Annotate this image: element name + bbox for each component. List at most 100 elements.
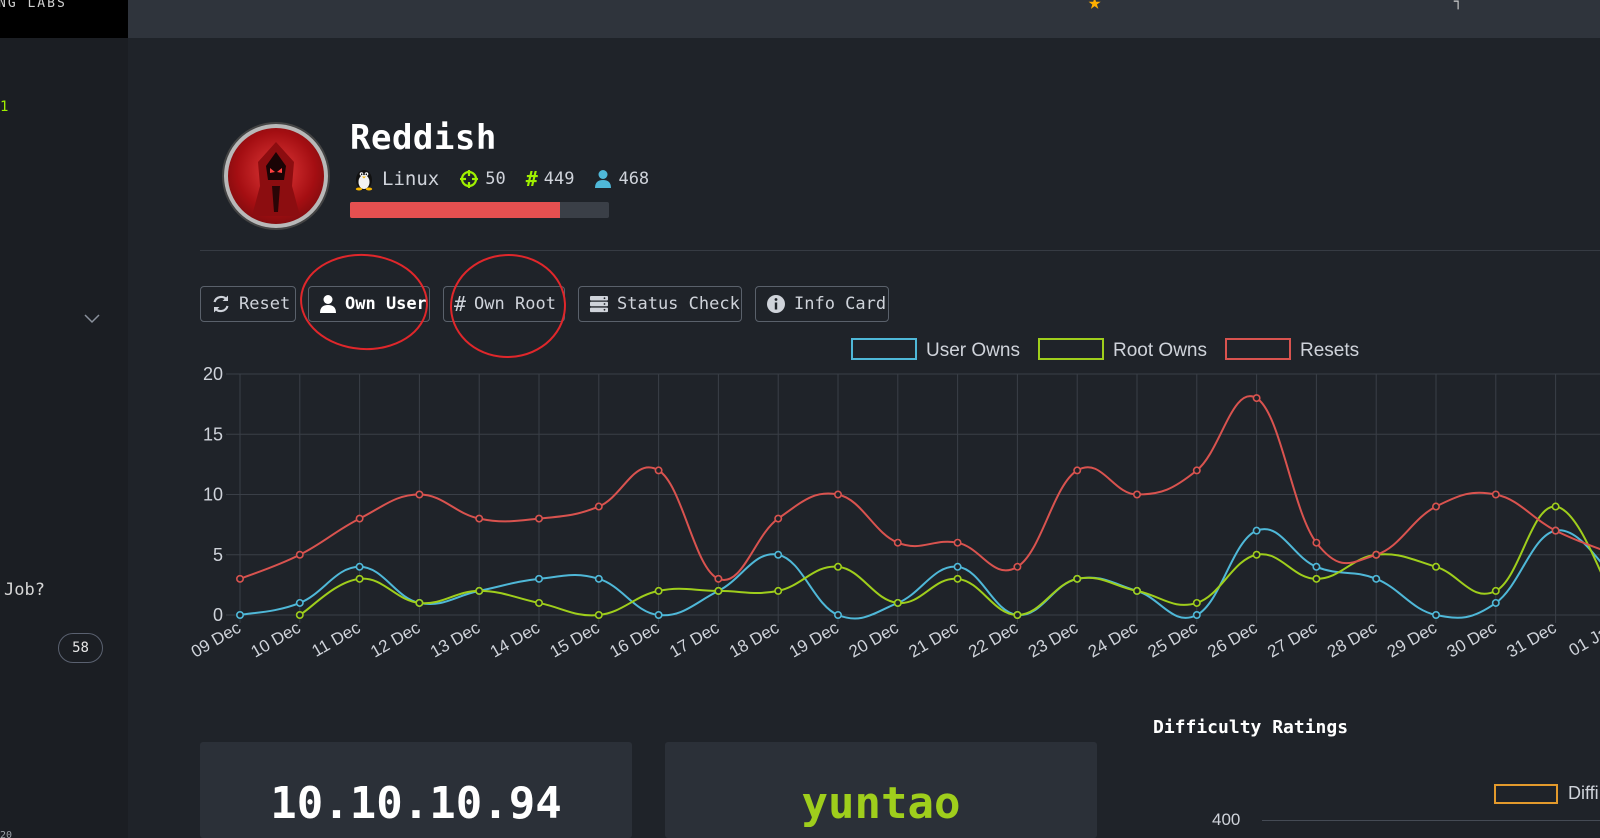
data-point bbox=[833, 562, 842, 571]
y-tick-label: 0 bbox=[213, 605, 223, 625]
data-point bbox=[236, 574, 245, 583]
own-user-button[interactable]: Own User bbox=[308, 286, 430, 322]
data-point bbox=[1192, 598, 1201, 607]
own-user-button-label: Own User bbox=[345, 294, 427, 314]
own-root-button-label: Own Root bbox=[474, 294, 556, 314]
data-point bbox=[355, 514, 364, 523]
data-point bbox=[295, 610, 304, 619]
hash-icon: # bbox=[454, 292, 467, 316]
chevron-down-icon[interactable] bbox=[84, 314, 100, 324]
x-tick-label: 28 Dec bbox=[1324, 618, 1381, 662]
series-line bbox=[299, 505, 1600, 617]
data-point bbox=[236, 610, 245, 619]
data-point bbox=[1312, 574, 1321, 583]
data-point bbox=[1013, 562, 1022, 571]
status-check-button[interactable]: Status Check bbox=[578, 286, 742, 322]
x-tick-label: 24 Dec bbox=[1085, 618, 1142, 662]
data-point bbox=[594, 574, 603, 583]
data-point bbox=[953, 562, 962, 571]
user-icon bbox=[595, 170, 612, 188]
machine-title: Reddish bbox=[350, 118, 497, 158]
x-tick-label: 16 Dec bbox=[606, 618, 663, 662]
data-point bbox=[1252, 394, 1261, 403]
data-point bbox=[534, 574, 543, 583]
x-tick-label: 21 Dec bbox=[905, 618, 962, 662]
machine-os: Linux bbox=[382, 168, 440, 190]
sidebar-counter: 1 bbox=[0, 99, 9, 115]
data-point bbox=[534, 598, 543, 607]
y-tick-label: 5 bbox=[213, 545, 223, 565]
x-tick-label: 27 Dec bbox=[1264, 618, 1321, 662]
x-tick-label: 11 Dec bbox=[309, 618, 364, 661]
header-divider bbox=[200, 250, 1600, 251]
legend-swatch bbox=[1225, 338, 1291, 360]
chart-grid: 0 5 10 15 20 09 Dec 10 Dec 11 Dec 12 Dec 13 Dec 14… bbox=[188, 364, 1600, 661]
machine-rating-fill bbox=[350, 202, 560, 218]
x-tick-label: 14 Dec bbox=[487, 618, 544, 662]
data-point bbox=[1372, 550, 1381, 559]
data-point bbox=[415, 490, 424, 499]
own-root-button[interactable]: # Own Root bbox=[443, 286, 565, 322]
machine-avatar bbox=[224, 124, 328, 228]
data-point bbox=[833, 490, 842, 499]
x-tick-label: 10 Dec bbox=[248, 618, 305, 662]
data-point bbox=[1252, 526, 1261, 535]
sidebar-job-label[interactable]: Job? bbox=[4, 580, 45, 600]
data-point bbox=[654, 466, 663, 475]
x-tick-label: 18 Dec bbox=[726, 618, 783, 662]
x-tick-label: 30 Dec bbox=[1444, 618, 1501, 662]
x-tick-label: 09 Dec bbox=[188, 618, 245, 662]
data-point bbox=[1073, 466, 1082, 475]
top-bar-mark-icon: ┐ bbox=[1454, 0, 1463, 10]
data-point bbox=[893, 538, 902, 547]
legend-swatch bbox=[851, 338, 917, 360]
data-point bbox=[1372, 574, 1381, 583]
data-point bbox=[1133, 586, 1142, 595]
x-tick-label: 13 Dec bbox=[427, 618, 484, 662]
data-point bbox=[1073, 574, 1082, 583]
info-card-button[interactable]: Info Card bbox=[755, 286, 889, 322]
star-icon[interactable]: ★ bbox=[1088, 0, 1101, 15]
machine-user-owns: 468 bbox=[618, 169, 650, 189]
machine-ip[interactable]: 10.10.10.94 bbox=[200, 778, 632, 829]
data-point bbox=[1432, 502, 1441, 511]
reset-button[interactable]: Reset bbox=[200, 286, 296, 322]
data-point bbox=[295, 550, 304, 559]
x-tick-label: 17 Dec bbox=[666, 618, 723, 662]
sidebar-bottom-text: 20 bbox=[0, 830, 13, 838]
data-point bbox=[1491, 598, 1500, 607]
data-point bbox=[1192, 466, 1201, 475]
data-point bbox=[1133, 490, 1142, 499]
data-point bbox=[1491, 490, 1500, 499]
difficulty-legend-swatch[interactable] bbox=[1494, 784, 1558, 804]
data-point bbox=[654, 586, 663, 595]
data-point bbox=[415, 598, 424, 607]
data-point bbox=[295, 598, 304, 607]
x-tick-label: 12 Dec bbox=[367, 618, 424, 662]
brand-logo-text[interactable]: NG LABS bbox=[0, 0, 128, 38]
data-point bbox=[1551, 526, 1560, 535]
x-tick-label: 22 Dec bbox=[965, 618, 1022, 662]
hash-icon: # bbox=[525, 167, 538, 191]
refresh-icon bbox=[213, 295, 229, 313]
machine-maker[interactable]: yuntao bbox=[665, 778, 1097, 829]
series-line bbox=[239, 528, 1600, 620]
data-point bbox=[594, 502, 603, 511]
data-point bbox=[1133, 586, 1142, 595]
y-tick-label: 10 bbox=[203, 485, 223, 505]
data-point bbox=[714, 574, 723, 583]
data-point bbox=[893, 598, 902, 607]
data-point bbox=[1252, 550, 1261, 559]
data-point bbox=[654, 610, 663, 619]
data-point bbox=[1372, 550, 1381, 559]
data-point bbox=[475, 586, 484, 595]
x-tick-label: 29 Dec bbox=[1384, 618, 1441, 662]
data-point bbox=[355, 562, 364, 571]
data-point bbox=[1432, 562, 1441, 571]
data-point bbox=[355, 574, 364, 583]
chart-legend: User Owns Root Owns Resets bbox=[851, 338, 1359, 361]
legend-label: User Owns bbox=[926, 340, 1020, 361]
data-point bbox=[1073, 574, 1082, 583]
difficulty-legend-label[interactable]: Diffi bbox=[1568, 783, 1599, 804]
data-point bbox=[1192, 610, 1201, 619]
